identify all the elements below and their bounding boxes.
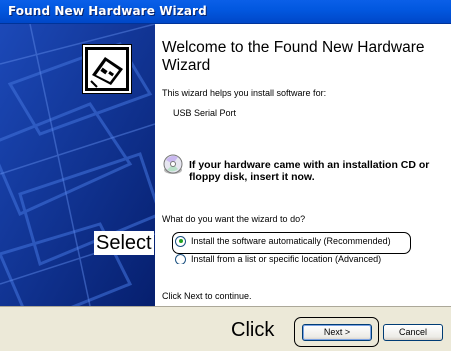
device-name: USB Serial Port <box>173 108 237 118</box>
wizard-window: Found New Hardware Wizard Welcome to the… <box>0 0 451 351</box>
title-bar[interactable]: Found New Hardware Wizard <box>0 0 451 24</box>
next-button[interactable]: Next > <box>302 324 372 341</box>
window-title: Found New Hardware Wizard <box>8 4 207 18</box>
select-annotation: Select <box>94 231 154 255</box>
cancel-button[interactable]: Cancel <box>383 324 443 341</box>
intro-text: This wizard helps you install software f… <box>162 88 327 98</box>
select-highlight <box>172 232 411 254</box>
question-text: What do you want the wizard to do? <box>162 214 306 224</box>
radio-install-from-list[interactable] <box>175 254 186 264</box>
next-hint: Click Next to continue. <box>162 291 252 301</box>
option-install-from-list[interactable]: Install from a list or specific location… <box>175 254 381 264</box>
cd-prompt: If your hardware came with an installati… <box>189 159 430 183</box>
welcome-heading: Welcome to the Found New Hardware Wizard <box>162 39 425 74</box>
option-label: Install from a list or specific location… <box>191 254 382 264</box>
wizard-side-panel <box>0 24 155 306</box>
cd-disc-icon <box>162 154 184 176</box>
hardware-card-icon <box>82 44 132 94</box>
click-annotation: Click <box>231 319 275 341</box>
wizard-content: Welcome to the Found New Hardware Wizard… <box>155 24 451 306</box>
